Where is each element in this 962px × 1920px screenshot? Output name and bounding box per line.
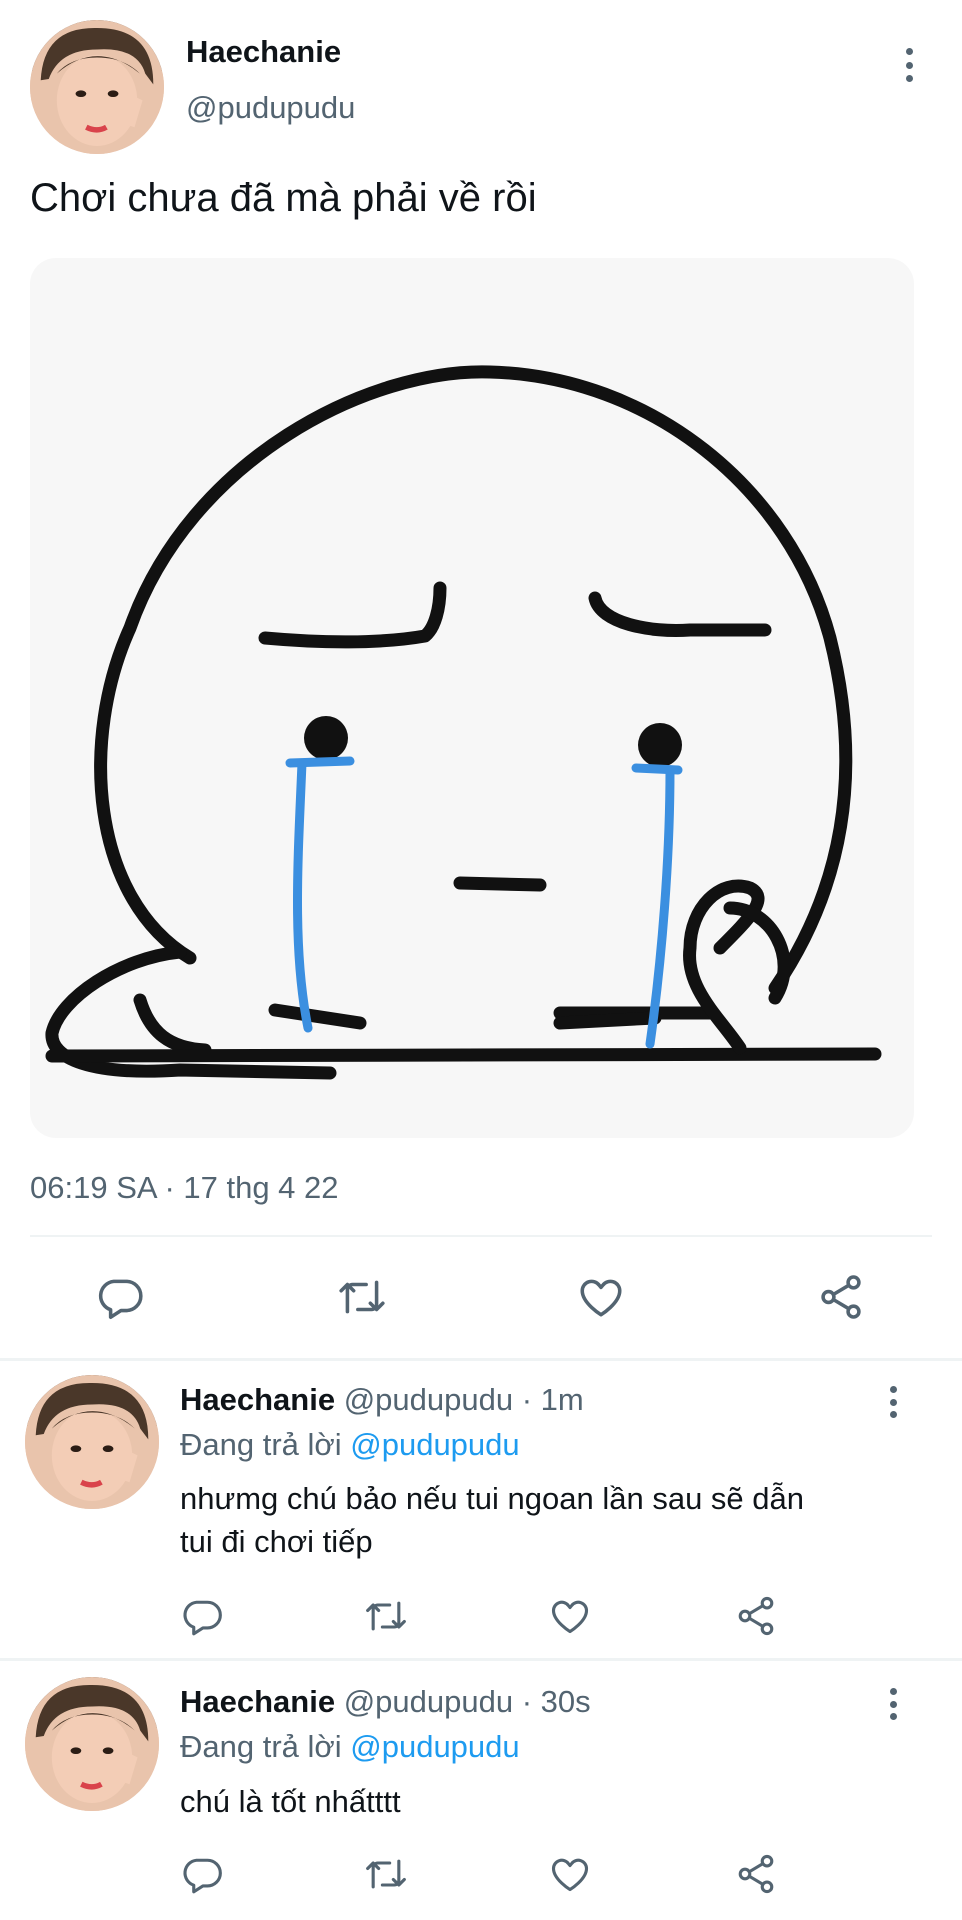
more-options-icon[interactable] [888,1386,898,1418]
like-button[interactable] [575,1272,627,1322]
retweet-icon [366,1601,406,1631]
avatar-image [30,20,164,154]
replying-prefix: Đang trả lời [180,1427,342,1462]
reply-avatar[interactable] [25,1677,159,1811]
retweet-icon [339,1280,385,1314]
tweet-text: Chơi chưa đã mà phải về rồi [30,176,537,220]
avatar[interactable] [30,20,164,154]
crying-face-drawing [45,365,882,1080]
reply-header: Haechanie @pudupudu · 1m [180,1382,584,1418]
retweet-icon [366,1859,406,1889]
reply-header: Haechanie @pudupudu · 30s [180,1684,591,1720]
more-options-icon[interactable] [888,1688,898,1720]
reply-text-line: nhưmg chú bảo nếu tui ngoan lần sau sẽ d… [180,1481,804,1516]
share-button[interactable] [815,1272,867,1322]
share-icon [821,1275,861,1319]
tweet-media[interactable] [30,258,914,1138]
replying-to-handle[interactable]: @pudupudu [350,1729,519,1764]
share-icon [738,1596,774,1636]
display-name[interactable]: Haechanie [186,34,341,70]
handle-time[interactable]: @pudupudu · 1m [344,1382,584,1417]
retweet-button[interactable] [362,1594,410,1638]
like-icon [551,1858,589,1892]
display-name[interactable]: Haechanie [180,1382,335,1417]
reply-button[interactable] [180,1852,224,1896]
reply-icon [183,1600,222,1636]
reply-button[interactable] [95,1272,145,1322]
more-options-icon[interactable] [904,48,914,82]
divider [30,1235,932,1237]
retweet-button[interactable] [362,1852,410,1896]
replying-prefix: Đang trả lời [180,1729,342,1764]
reply-text-line: tui đi chơi tiếp [180,1524,373,1559]
replying-to: Đang trả lời @pudupudu [180,1729,520,1765]
reply-icon [98,1279,143,1319]
avatar-image [25,1375,159,1509]
share-button[interactable] [734,1852,778,1896]
reply-avatar[interactable] [25,1375,159,1509]
handle[interactable]: @pudupudu [186,90,355,126]
tweet-timestamp[interactable]: 06:19 SA · 17 thg 4 22 [30,1170,339,1206]
reply-text-line: chú là tốt nhấtttt [180,1784,401,1819]
share-button[interactable] [734,1594,778,1638]
like-button[interactable] [548,1594,592,1638]
replying-to: Đang trả lời @pudupudu [180,1427,520,1463]
reply-icon [183,1858,222,1894]
like-icon [580,1279,622,1317]
handle-time[interactable]: @pudupudu · 30s [344,1684,591,1719]
like-icon [551,1600,589,1634]
retweet-button[interactable] [334,1272,390,1322]
replying-to-handle[interactable]: @pudupudu [350,1427,519,1462]
reply-button[interactable] [180,1594,224,1638]
like-button[interactable] [548,1852,592,1896]
display-name[interactable]: Haechanie [180,1684,335,1719]
divider [0,1658,962,1661]
avatar-image [25,1677,159,1811]
divider [0,1358,962,1361]
share-icon [738,1854,774,1894]
